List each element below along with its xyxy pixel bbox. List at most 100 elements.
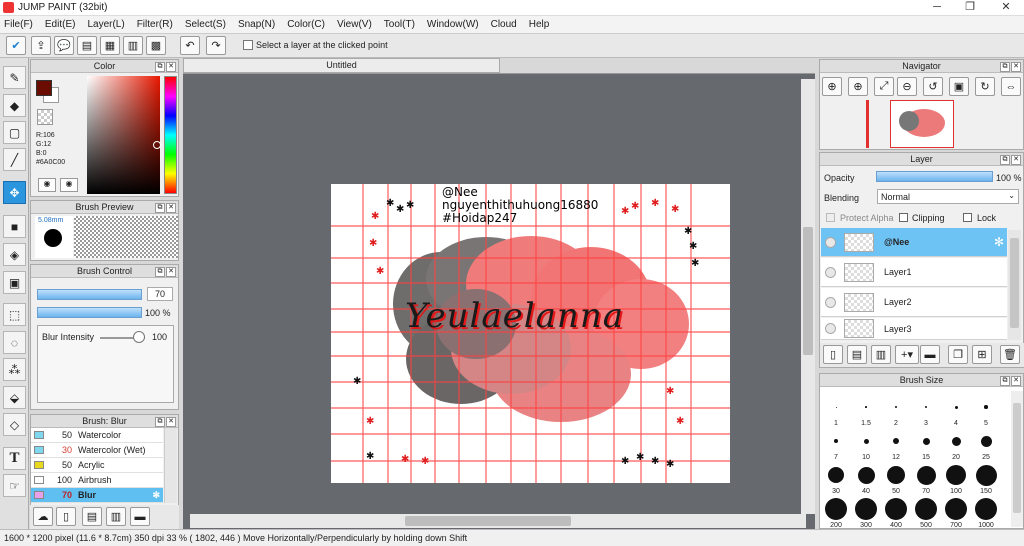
menu-tool[interactable]: Tool(T)	[384, 19, 415, 30]
menu-select[interactable]: Select(S)	[185, 19, 226, 30]
layer-folder-icon[interactable]: ▬	[920, 345, 940, 364]
brush-size-dot-300[interactable]	[855, 498, 877, 520]
undo-button[interactable]: ↶	[180, 36, 200, 55]
zoom-in-plus-icon[interactable]: ⊕	[848, 77, 868, 96]
brush-size-dot-1.5[interactable]	[865, 406, 867, 408]
brush-size-dot-40[interactable]	[857, 466, 875, 484]
menu-view[interactable]: View(V)	[337, 19, 372, 30]
protect-alpha-checkbox[interactable]	[826, 213, 835, 222]
menu-file[interactable]: File(F)	[4, 19, 33, 30]
layer-row-layer1[interactable]: Layer1	[821, 258, 1007, 287]
drawing-canvas[interactable]: ✱ ✱ ✱ ✱ ✱ ✱ ✱ ✱ ✱ ✱ ✱ ✱ ✱ ✱ ✱ ✱ ✱ ✱ ✱ ✱ ✱ ✱ ✱ ✱ @Nee ngu…	[331, 184, 730, 483]
brush-size-dot-100[interactable]	[946, 465, 966, 485]
brush-size-dot-15[interactable]	[922, 437, 930, 445]
brush-size-dot-4[interactable]	[954, 405, 958, 409]
canvas-vertical-scrollbar[interactable]	[801, 79, 815, 514]
select-layer-checkbox[interactable]	[243, 40, 253, 50]
message-icon[interactable]: ▤	[77, 36, 97, 55]
duplicate-layer-icon[interactable]: ❐	[948, 345, 968, 364]
brush-size-dot-20[interactable]	[951, 436, 961, 446]
gradient-tool-icon[interactable]: ▣	[3, 271, 26, 294]
brush-size-dot-1000[interactable]	[975, 498, 997, 520]
line-tool-icon[interactable]: ╱	[3, 148, 26, 171]
layer-row-layer2[interactable]: Layer2	[821, 288, 1007, 317]
brush-item-watercolor-wet[interactable]: 30 Watercolor (Wet)	[31, 443, 163, 458]
eye-icon[interactable]	[825, 296, 836, 308]
zoom-in-icon[interactable]: ⊕	[822, 77, 842, 96]
blending-dropdown[interactable]: Normal ⌄	[877, 189, 1019, 204]
hand-tool-icon[interactable]: ☞	[3, 474, 26, 497]
document-icon[interactable]: ▥	[123, 36, 143, 55]
navigator-thumbnail[interactable]	[890, 100, 954, 148]
lock-checkbox[interactable]	[963, 213, 972, 222]
zoom-out-icon[interactable]: ⊖	[897, 77, 917, 96]
brush-settings-gear-icon[interactable]: ✻	[152, 490, 160, 501]
brush-size-dot-5[interactable]	[984, 405, 988, 409]
fit-window-icon[interactable]: ⤢	[874, 77, 894, 96]
brush-size-dot-3[interactable]	[924, 405, 928, 409]
vertical-scroll-thumb[interactable]	[803, 227, 813, 355]
rotate-right-icon[interactable]: ↻	[975, 77, 995, 96]
eyedropper-icon[interactable]: ◉	[60, 178, 78, 192]
delete-layer-icon[interactable]: 🗑	[1000, 345, 1020, 364]
brush-size-grid[interactable]: 1 1.5 2 3 4 5 7 10 12 15 20 25 30 40 50 70 100 150 200 300 4…	[820, 388, 1010, 529]
hue-slider[interactable]	[164, 76, 177, 194]
rotate-left-icon[interactable]: ↺	[923, 77, 943, 96]
brush-size-dot-50[interactable]	[887, 466, 905, 484]
select-rect-tool-icon[interactable]: ⬚	[3, 303, 26, 326]
brush-size-dot-700[interactable]	[945, 498, 967, 520]
brush-size-dot-25[interactable]	[980, 435, 992, 447]
layer-row-nee[interactable]: @Nee ✻	[821, 228, 1007, 257]
select-pen-tool-icon[interactable]: ⬙	[3, 386, 26, 409]
redo-button[interactable]: ↷	[206, 36, 226, 55]
brush-size-slider[interactable]	[37, 289, 142, 300]
page-icon[interactable]: ▦	[100, 36, 120, 55]
main-color-swatch[interactable]	[36, 80, 52, 96]
merge-layer-icon[interactable]: ⊞	[972, 345, 992, 364]
lasso-tool-icon[interactable]: ◌	[3, 331, 26, 354]
clipping-checkbox[interactable]	[899, 213, 908, 222]
color-history-icon[interactable]: ◉	[38, 178, 56, 192]
brush-cloud-icon[interactable]: ☁	[33, 507, 53, 526]
layer-list-scrollbar[interactable]	[1008, 230, 1021, 340]
brush-folder-icon[interactable]: ▬	[130, 507, 150, 526]
bucket-tool-icon[interactable]: ◈	[3, 243, 26, 266]
menu-filter[interactable]: Filter(R)	[137, 19, 173, 30]
brush-menu-icon[interactable]: ▤	[82, 507, 102, 526]
brush-list-scrollbar[interactable]	[164, 428, 177, 503]
menu-window[interactable]: Window(W)	[427, 19, 479, 30]
move-tool-icon[interactable]: ✥	[3, 181, 26, 204]
export-icon[interactable]: ⇪	[31, 36, 51, 55]
layer-gear-icon[interactable]: ✻	[994, 235, 1004, 249]
blur-intensity-thumb[interactable]	[133, 331, 145, 343]
menu-edit[interactable]: Edit(E)	[45, 19, 76, 30]
brush-size-value[interactable]: 70	[147, 287, 173, 301]
canvas-horizontal-scrollbar[interactable]	[190, 514, 806, 528]
brush-copy-icon[interactable]: ▥	[106, 507, 126, 526]
brush-size-dot-1[interactable]	[835, 406, 837, 408]
brush-opacity-slider[interactable]	[37, 307, 142, 318]
brush-size-dot-30[interactable]	[828, 467, 844, 483]
saturation-value-picker[interactable]	[87, 76, 160, 194]
brush-size-dot-500[interactable]	[915, 498, 937, 520]
brush-size-dot-10[interactable]	[863, 438, 869, 444]
brush-item-acrylic[interactable]: 50 Acrylic	[31, 458, 163, 473]
brush-size-dot-70[interactable]	[916, 465, 936, 485]
cloud-save-icon[interactable]: ✔	[6, 36, 26, 55]
brush-size-dot-200[interactable]	[825, 498, 847, 520]
add-layer-menu-icon[interactable]: +▾	[895, 345, 919, 364]
flip-icon[interactable]: ⇔	[1001, 77, 1021, 96]
new-layer-8bit-icon[interactable]: ▤	[847, 345, 867, 364]
eraser-tool-icon[interactable]: ◆	[3, 94, 26, 117]
brush-size-dot-2[interactable]	[895, 406, 897, 408]
actual-size-icon[interactable]: ▣	[949, 77, 969, 96]
color-picker-cursor[interactable]	[153, 141, 161, 149]
document-tab[interactable]: Untitled	[183, 58, 500, 73]
eye-icon[interactable]	[825, 266, 836, 278]
transparent-color-swatch[interactable]	[37, 109, 53, 125]
layer-row-layer3[interactable]: Layer3	[821, 318, 1007, 340]
minimize-button[interactable]: ─	[930, 1, 944, 14]
brush-item-blur[interactable]: 70 Blur ✻	[31, 488, 163, 503]
menu-help[interactable]: Help	[529, 19, 550, 30]
menu-snap[interactable]: Snap(N)	[238, 19, 275, 30]
